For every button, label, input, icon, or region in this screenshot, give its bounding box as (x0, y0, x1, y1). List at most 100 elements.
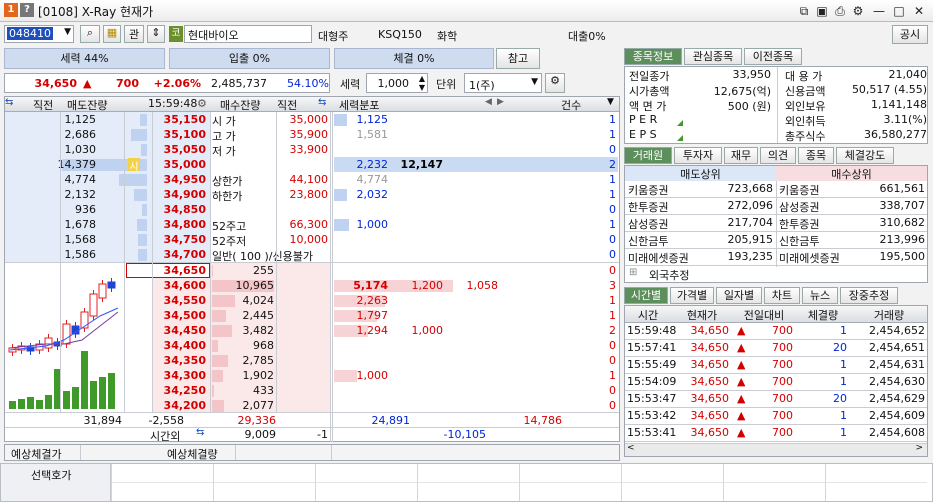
bid-price[interactable]: 34,600 (150, 279, 206, 292)
force-input[interactable]: 1,000 ▲ ▼ (366, 73, 428, 93)
ask-qty: 2,686 (64, 128, 97, 141)
trade-header-cell: 전일대비 (743, 309, 785, 322)
tab-trade_tabs-3[interactable]: 차트 (764, 287, 800, 304)
execution-button[interactable]: 체결 0% (334, 48, 494, 69)
ask-price[interactable]: 34,950 (150, 173, 206, 186)
foreign-toggle-icon[interactable]: ⊞ (629, 267, 637, 278)
major-label: 대형주 (318, 30, 349, 43)
ask-price[interactable]: 35,100 (150, 128, 206, 141)
ask-price[interactable]: 34,850 (150, 203, 206, 216)
tab-broker_tabs-0[interactable]: 거래원 (624, 147, 672, 164)
broker-sell-name[interactable]: 신한금투 (628, 233, 668, 249)
ask-qty: 2,132 (64, 188, 97, 201)
close-icon[interactable]: ✕ (910, 2, 928, 20)
info-right-label: 대 용 가 (785, 70, 823, 83)
calendar-icon[interactable]: ▦ (103, 25, 121, 43)
broker-buy-name[interactable]: 신한금투 (779, 233, 819, 249)
notice-button[interactable]: 공시 (892, 25, 928, 44)
ask-price[interactable]: 34,800 (150, 218, 206, 231)
dropdown-arrow-icon[interactable]: ▼ (64, 27, 71, 37)
swap-icon-right[interactable]: ⇆ (318, 97, 326, 108)
tab-trade_tabs-5[interactable]: 장중추정 (840, 287, 898, 304)
up-arrow-icon: ▲ (737, 358, 746, 371)
gwan-button[interactable]: 관 (124, 25, 144, 43)
trade-volume: 2,454,631 (869, 358, 925, 371)
sell-power-button[interactable]: 세력 44% (4, 48, 165, 69)
bid-count: 0 (609, 264, 616, 277)
scroll-left-icon[interactable]: ◀ (485, 97, 492, 107)
tab-trade_tabs-0[interactable]: 시간별 (624, 287, 668, 304)
broker-sell-name[interactable]: 키움증권 (628, 182, 668, 198)
link-icon[interactable]: ⧉ (795, 2, 813, 20)
after-hours-swap-icon[interactable]: ⇆ (196, 427, 204, 438)
bid-price[interactable]: 34,650 (150, 264, 206, 277)
search-icon[interactable]: ⌕ (80, 25, 100, 43)
broker-sell-name[interactable]: 미래에셋증권 (628, 250, 689, 266)
tab-info_tabs-2[interactable]: 이전종목 (744, 48, 802, 65)
tab-broker_tabs-2[interactable]: 재무 (724, 147, 758, 164)
chevron-down-icon[interactable]: ▼ (531, 77, 538, 87)
ask-price[interactable]: 35,050 (150, 143, 206, 156)
unit-select[interactable]: 1(주) ▼ (464, 73, 542, 93)
layout-icon[interactable]: ▣ (813, 2, 831, 20)
ask-price[interactable]: 34,900 (150, 188, 206, 201)
settings-icon[interactable]: ⚙ (849, 2, 867, 20)
bid-count: 0 (609, 354, 616, 367)
ask-qty: 936 (75, 203, 96, 216)
clock-gear-icon[interactable]: ⚙ (197, 97, 207, 110)
scroll-right-arrow-icon[interactable]: > (915, 443, 923, 453)
hoga-cell-hline (214, 482, 315, 483)
bid-price[interactable]: 34,200 (150, 399, 206, 412)
scroll-right-icon[interactable]: ▶ (497, 97, 504, 107)
broker-buy-name[interactable]: 키움증권 (779, 182, 819, 198)
tab-info_tabs-0[interactable]: 종목정보 (624, 48, 682, 65)
inflow-button[interactable]: 입출 0% (169, 48, 330, 69)
tab-broker_tabs-5[interactable]: 체결강도 (836, 147, 894, 164)
bid-price[interactable]: 34,300 (150, 369, 206, 382)
bid-price[interactable]: 34,350 (150, 354, 206, 367)
count-chevron-icon[interactable]: ▼ (607, 97, 614, 107)
reference-button[interactable]: 참고 (496, 48, 540, 69)
broker-buy-name[interactable]: 삼성증권 (779, 199, 819, 215)
broker-sell-name[interactable]: 한투증권 (628, 199, 668, 215)
trade-scrollbar[interactable]: < > (625, 443, 927, 456)
bid-qty: 2,445 (242, 309, 275, 322)
trade-row-line (625, 441, 927, 442)
stock-code-input[interactable]: 048410 ▼ (4, 25, 74, 43)
bid-price[interactable]: 34,250 (150, 384, 206, 397)
select-hoga-bar: 선택호가 (0, 463, 933, 502)
bid-qty-bar (212, 265, 213, 277)
broker-buy-name[interactable]: 한투증권 (779, 216, 819, 232)
bid-price[interactable]: 34,400 (150, 339, 206, 352)
ask-price[interactable]: 35,000 (150, 158, 206, 171)
gear-icon[interactable]: ⚙ (545, 73, 565, 93)
help-icon[interactable]: ? (20, 3, 34, 17)
minimize-icon[interactable]: — (870, 2, 888, 20)
broker-sell-name[interactable]: 삼성증권 (628, 216, 668, 232)
tab-trade_tabs-2[interactable]: 일자별 (716, 287, 762, 304)
ask-price[interactable]: 34,700 (150, 248, 206, 261)
scroll-left-arrow-icon[interactable]: < (627, 443, 635, 453)
maximize-icon[interactable]: □ (890, 2, 908, 20)
header-force-dist: 세력분포 (339, 99, 380, 112)
bid-price[interactable]: 34,450 (150, 324, 206, 337)
buy-total: 29,336 (237, 414, 277, 427)
tab-trade_tabs-1[interactable]: 가격별 (670, 287, 714, 304)
tab-broker_tabs-1[interactable]: 투자자 (674, 147, 722, 164)
print-icon[interactable]: ⎙ (831, 2, 849, 20)
tab-trade_tabs-4[interactable]: 뉴스 (802, 287, 838, 304)
bid-price[interactable]: 34,550 (150, 294, 206, 307)
tab-info_tabs-1[interactable]: 관심종목 (684, 48, 742, 65)
swap-icon[interactable]: ⇆ (5, 97, 18, 108)
broker-buy-name[interactable]: 미래에셋증권 (779, 250, 840, 266)
bid-price[interactable]: 34,500 (150, 309, 206, 322)
bid-qty: 1,902 (242, 369, 275, 382)
tab-broker_tabs-4[interactable]: 종목 (798, 147, 834, 164)
info-divider (777, 67, 778, 143)
spinner-icon[interactable]: ▲ ▼ (419, 74, 425, 92)
ask-price[interactable]: 35,150 (150, 113, 206, 126)
ask-price[interactable]: 34,750 (150, 233, 206, 246)
updown-icon[interactable]: ⇕ (147, 25, 165, 43)
tab-broker_tabs-3[interactable]: 의견 (760, 147, 796, 164)
trade-price: 34,650 (690, 341, 730, 354)
